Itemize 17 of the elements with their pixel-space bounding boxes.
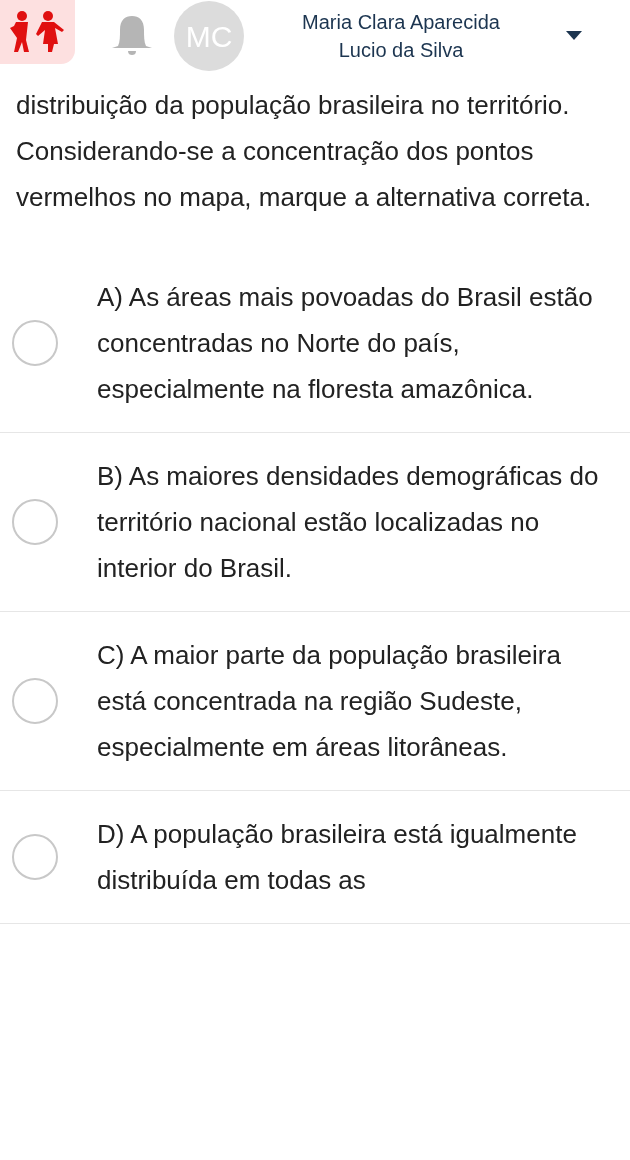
- dropdown-caret-icon[interactable]: [566, 31, 582, 41]
- radio-button[interactable]: [12, 320, 58, 366]
- user-name: Maria Clara Aparecida: [302, 10, 500, 35]
- question-text: distribuição da população brasileira no território. Considerando-se a concentração dos pontos vermelhos no mapa, marque a alternativa correta.: [15, 89, 593, 214]
- option-text: C) A maior parte da população brasileira está concentrada na região Sudeste, especialmente em áreas litorâneas.: [97, 639, 562, 764]
- user-name: Lucio da Silva: [338, 38, 464, 63]
- option-text: B) As maiores densidades demográficas do território nacional estão localizadas no interior do Brasil.: [97, 460, 600, 585]
- option-text: A) As áreas mais povoadas do Brasil estão concentradas no Norte do país, especialmente na floresta amazônica.: [97, 281, 594, 406]
- answer-option[interactable]: B) As maiores densidades demográficas do território nacional estão localizadas no interior do Brasil.: [0, 433, 630, 612]
- answer-option[interactable]: D) A população brasileira está igualmente distribuída em todas as: [0, 791, 630, 924]
- option-text: D) A população brasileira está igualmente distribuída em todas as: [97, 818, 578, 897]
- radio-button[interactable]: [12, 834, 58, 880]
- radio-button[interactable]: [12, 678, 58, 724]
- logo-icon[interactable]: [0, 0, 75, 64]
- answer-option[interactable]: C) A maior parte da população brasileira está concentrada na região Sudeste, especialmente em áreas litorâneas.: [0, 612, 630, 791]
- radio-button[interactable]: [12, 499, 58, 545]
- answer-option[interactable]: A) As áreas mais povoadas do Brasil estão concentradas no Norte do país, especialmente na floresta amazônica.: [0, 254, 630, 433]
